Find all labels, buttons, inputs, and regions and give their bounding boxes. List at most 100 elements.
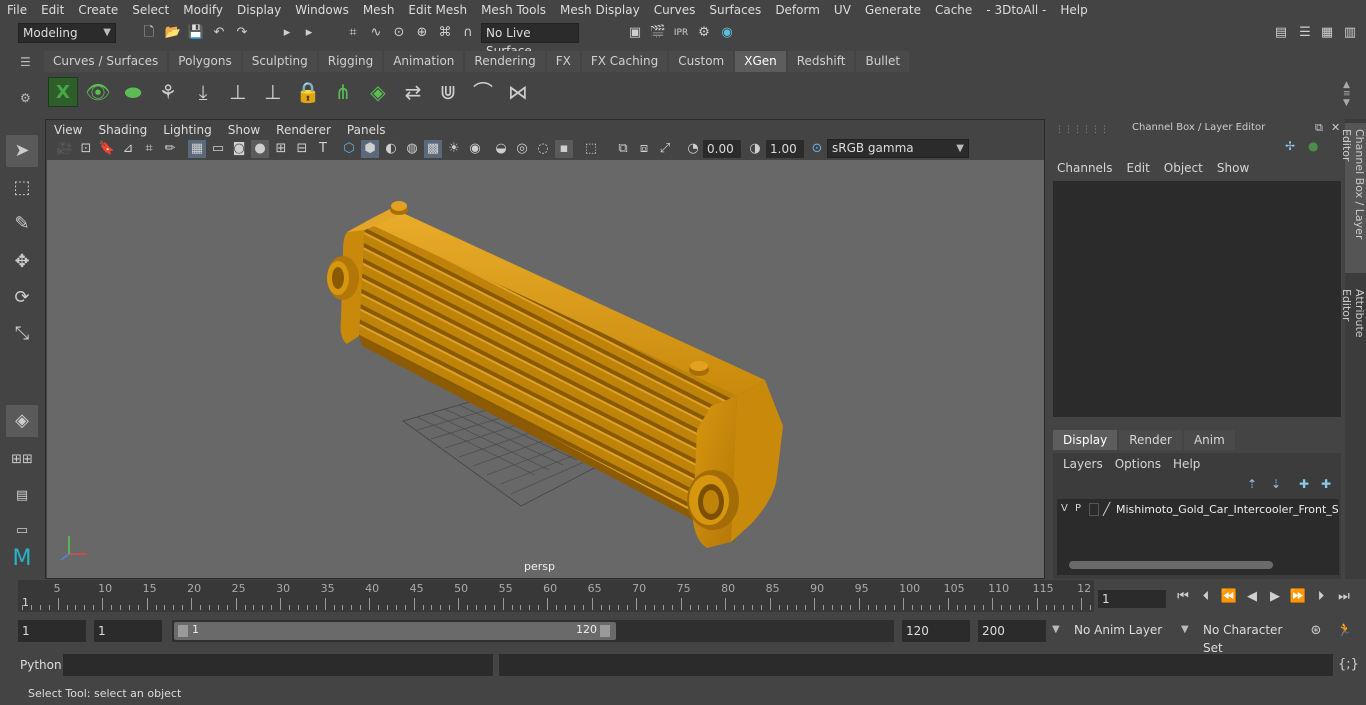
layer-playback-toggle[interactable]: P [1075, 503, 1081, 514]
field-chart-icon[interactable]: ⊞ [272, 140, 290, 158]
range-slider-track[interactable]: 1 120 [172, 620, 894, 642]
tab-attribute-editor[interactable]: Attribute Editor [1340, 283, 1366, 373]
xgen-preview-icon[interactable]: 👁 [83, 77, 113, 107]
scale-tool-icon[interactable]: ⤡ [6, 318, 38, 350]
tab-anim[interactable]: Anim [1183, 430, 1235, 450]
color-management-icon[interactable]: ⊙ [808, 140, 826, 158]
channel-list[interactable] [1053, 181, 1341, 417]
character-set-dropdown[interactable]: ▼ No Character Set [1179, 621, 1299, 655]
snap-grid-icon[interactable]: ⌗ [344, 24, 362, 42]
menu-show[interactable]: Show [1217, 161, 1249, 179]
anim-layer-dropdown[interactable]: ▼ No Anim Layer [1050, 621, 1168, 641]
layer-color-icon[interactable]: ╱ [1103, 502, 1110, 516]
ipr-render-icon[interactable]: IPR [672, 24, 690, 42]
menu-item[interactable]: Cache [928, 3, 979, 17]
timeline-ruler[interactable]: 5 10 15 20 25 30 35 40 45 50 55 60 65 70 75 80 85 90 95 100… [18, 580, 1094, 612]
shelf-settings-icon[interactable]: ⚙ [20, 91, 36, 105]
panel-menu-item[interactable]: Panels [339, 123, 394, 137]
shelf-tab[interactable]: XGen [735, 51, 786, 72]
shelf-tab[interactable]: Sculpting [242, 51, 317, 72]
animation-preferences-icon[interactable]: 🏃 [1336, 622, 1354, 640]
save-scene-icon[interactable]: 💾 [187, 24, 205, 42]
shelf-tab[interactable]: Polygons [169, 51, 241, 72]
perspective-viewport[interactable]: persp [47, 160, 1044, 578]
colorspace-dropdown[interactable]: sRGB gamma ▼ [827, 139, 969, 158]
gamma-icon[interactable]: ◑ [746, 140, 764, 158]
animation-start-field[interactable]: 1 [18, 620, 86, 642]
motion-blur-icon[interactable]: ◒ [492, 140, 510, 158]
guide-to-curve-icon[interactable]: ⋈ [503, 77, 533, 107]
menu-item[interactable]: Surfaces [702, 3, 768, 17]
four-pane-layout-icon[interactable]: ⊞⊞ [6, 444, 38, 476]
shelf-tab[interactable]: Animation [384, 51, 464, 72]
use-all-lights-icon[interactable]: ▩ [424, 140, 442, 158]
screen-space-ao-icon[interactable]: ◉ [466, 140, 484, 158]
exposure-field[interactable]: 0.00 [703, 140, 741, 158]
single-pane-layout-icon[interactable]: ◈ [6, 405, 38, 437]
move-layer-down-icon[interactable]: ⇣ [1271, 477, 1281, 491]
range-start-grip[interactable] [178, 625, 188, 637]
snap-view-icon[interactable]: ⊕ [413, 24, 431, 42]
layer-type-toggle[interactable] [1089, 503, 1099, 516]
tab-display[interactable]: Display [1053, 430, 1118, 450]
menu-item[interactable]: Windows [288, 3, 356, 17]
snap-point-icon[interactable]: ⊙ [390, 24, 408, 42]
playback-end-field[interactable]: 120 [902, 620, 970, 642]
xray-joints-icon[interactable]: ⧉ [614, 140, 632, 158]
shelf-tab[interactable]: FX [546, 51, 580, 72]
live-surface-field[interactable]: No Live Surface [481, 23, 579, 58]
isolate-select-icon[interactable]: ▪ [555, 140, 573, 158]
layer-visibility-toggle[interactable]: V [1061, 503, 1068, 514]
script-editor-icon[interactable]: {;} [1338, 656, 1359, 674]
shelf-scroll-icon[interactable]: ▲ ≡ ▼ [1343, 81, 1351, 108]
panel-menu-item[interactable]: Shading [90, 123, 155, 137]
antialiasing-icon[interactable]: ◎ [513, 140, 531, 158]
menu-item[interactable]: Modify [176, 3, 230, 17]
resolution-gate-icon[interactable]: ◙ [230, 140, 248, 158]
shelf-tab[interactable]: Redshift [787, 51, 855, 72]
new-layer-selected-icon[interactable]: ✚ [1321, 477, 1331, 491]
tool-settings-toggle-icon[interactable]: ▦ [1318, 24, 1336, 42]
menu-item[interactable]: Generate [858, 3, 928, 17]
open-scene-icon[interactable]: 📂 [164, 24, 182, 42]
step-forward-key-icon[interactable]: ⏵ [1312, 588, 1330, 606]
step-forward-frame-icon[interactable]: ⏩ [1289, 588, 1307, 606]
shelf-tab[interactable]: Custom [669, 51, 734, 72]
menu-item[interactable]: Create [71, 3, 125, 17]
menu-item[interactable]: File [0, 3, 34, 17]
image-plane-icon[interactable]: ⊿ [119, 140, 137, 158]
new-layer-icon[interactable]: ✚ [1299, 477, 1309, 491]
new-scene-icon[interactable]: 🗋 [140, 24, 158, 42]
play-forwards-icon[interactable]: ▶ [1266, 588, 1284, 606]
menu-options[interactable]: Options [1115, 457, 1161, 471]
add-guide-icon[interactable]: ⚘ [153, 77, 183, 107]
tab-channel-box-layer-editor[interactable]: Channel Box / Layer Editor [1340, 123, 1366, 273]
move-tool-icon[interactable]: ✥ [6, 246, 38, 278]
lock-guide-icon[interactable]: 🔒 [293, 77, 323, 107]
cut-guide-icon[interactable]: ⌒ [468, 77, 498, 107]
hypershade-icon[interactable]: ◉ [718, 24, 736, 42]
command-input[interactable] [63, 654, 493, 676]
shelf-tab[interactable]: Rigging [318, 51, 383, 72]
current-frame-field[interactable]: 1 [1098, 590, 1166, 608]
menu-channels[interactable]: Channels [1057, 161, 1113, 179]
shelf-tab[interactable]: Bullet [856, 51, 910, 72]
shelf-tab[interactable]: Rendering [465, 51, 545, 72]
menu-item[interactable]: Curves [647, 3, 703, 17]
menu-object[interactable]: Object [1164, 161, 1203, 179]
bookmark-icon[interactable]: 🔖 [98, 140, 116, 158]
smooth-shade-icon[interactable]: ⬢ [361, 140, 379, 158]
move-layer-up-icon[interactable]: ⇡ [1247, 477, 1257, 491]
guide-length-icon[interactable]: ⋔ [328, 77, 358, 107]
menu-item[interactable]: Mesh Display [553, 3, 647, 17]
textured-icon[interactable]: ◍ [403, 140, 421, 158]
menu-layers[interactable]: Layers [1063, 457, 1103, 471]
film-gate-icon[interactable]: ▭ [209, 140, 227, 158]
shelf-tab[interactable]: Curves / Surfaces [44, 51, 168, 72]
select-by-component-icon[interactable]: ▸ [300, 24, 318, 42]
range-slider-handle[interactable]: 1 120 [174, 622, 616, 640]
attribute-editor-toggle-icon[interactable]: ☰ [1296, 24, 1314, 42]
select-tool-icon[interactable]: ➤ [6, 135, 38, 167]
menu-item[interactable]: Mesh Tools [474, 3, 553, 17]
step-back-frame-icon[interactable]: ⏪ [1220, 588, 1238, 606]
